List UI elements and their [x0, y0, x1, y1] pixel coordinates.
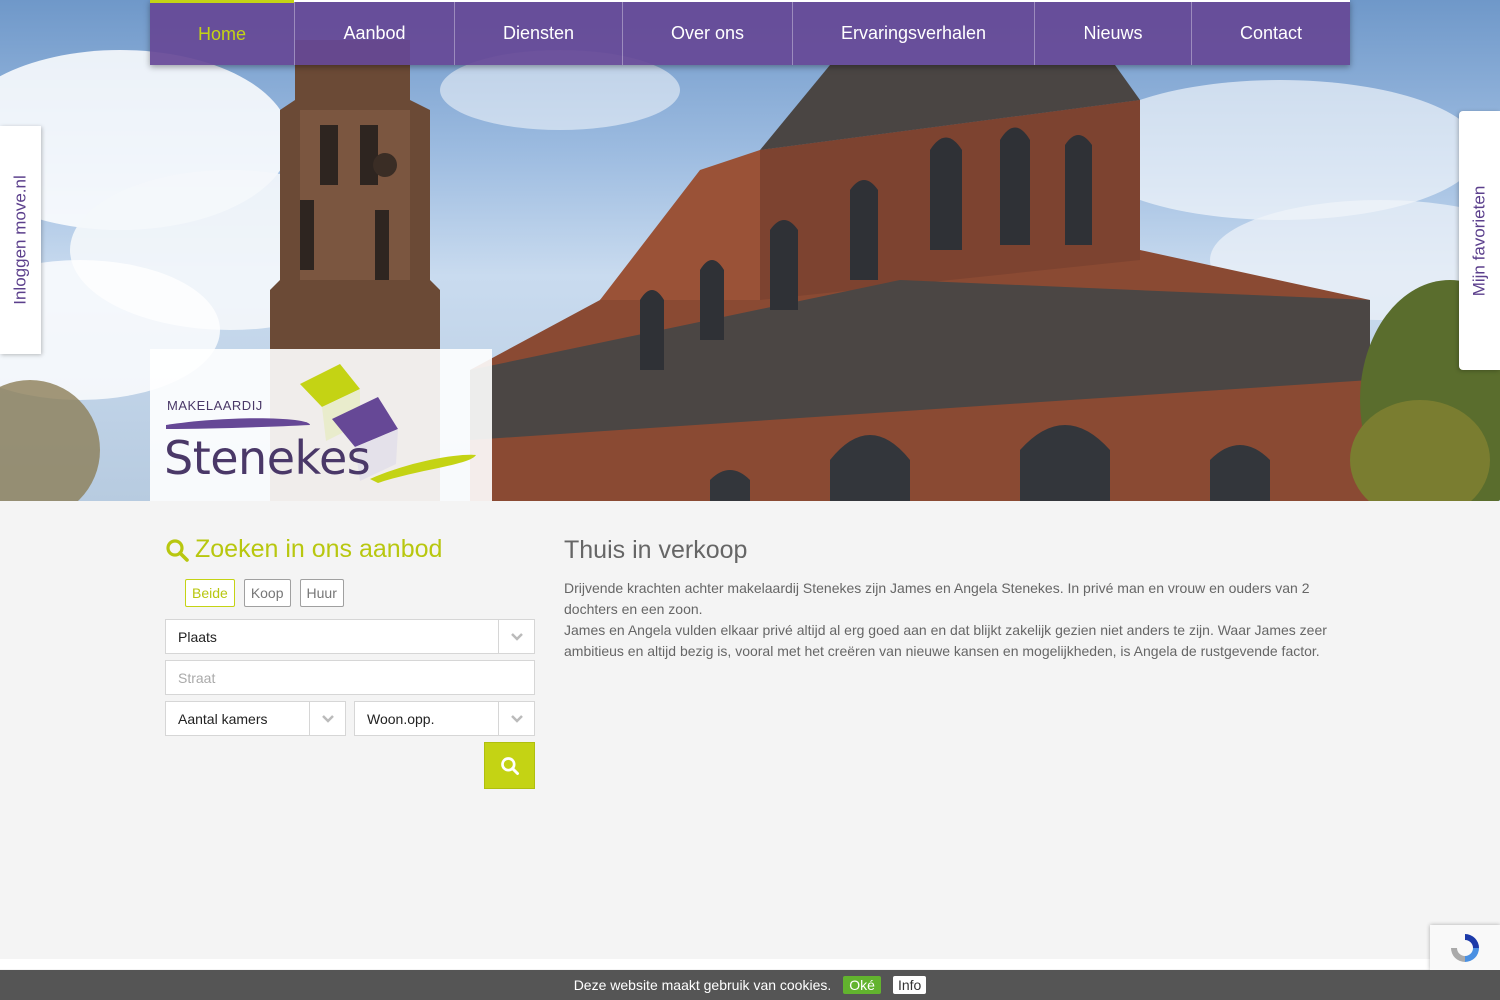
chevron-down-icon: [498, 620, 534, 653]
recaptcha-icon: [1451, 933, 1479, 962]
living-area-select[interactable]: Woon.opp.: [354, 701, 535, 736]
intro-paragraph: James en Angela vulden elkaar privé alti…: [564, 622, 1327, 659]
street-input[interactable]: [165, 660, 535, 695]
search-icon: [166, 538, 189, 562]
login-side-tab-label: Inloggen move.nl: [10, 175, 30, 305]
place-select-value: Plaats: [178, 628, 217, 645]
nav-item-nieuws[interactable]: Nieuws: [1034, 2, 1191, 65]
cookie-info-button[interactable]: Info: [892, 976, 927, 994]
cookie-ok-button[interactable]: Oké: [843, 976, 881, 994]
nav-item-over-ons[interactable]: Over ons: [622, 2, 792, 65]
filter-koop-button[interactable]: Koop: [243, 579, 291, 607]
favorites-side-tab[interactable]: Mijn favorieten: [1459, 111, 1500, 370]
main-navigation: Home Aanbod Diensten Over ons Ervaringsv…: [150, 0, 1350, 65]
chevron-down-icon: [498, 702, 534, 735]
logo-name: Stenekes: [164, 431, 371, 485]
listing-type-filter: Beide Koop Huur: [185, 579, 344, 607]
nav-item-ervaringsverhalen[interactable]: Ervaringsverhalen: [792, 2, 1034, 65]
place-select[interactable]: Plaats: [165, 619, 535, 654]
page-title: Thuis in verkoop: [564, 536, 748, 564]
filter-huur-button[interactable]: Huur: [299, 579, 344, 607]
filter-beide-button[interactable]: Beide: [185, 579, 235, 607]
search-icon: [500, 756, 519, 775]
recaptcha-badge[interactable]: [1430, 925, 1500, 970]
nav-item-aanbod[interactable]: Aanbod: [294, 2, 454, 65]
footer-divider: [0, 959, 1500, 969]
search-submit-button[interactable]: [484, 742, 535, 789]
rooms-select-value: Aantal kamers: [178, 710, 268, 727]
nav-item-contact[interactable]: Contact: [1191, 2, 1350, 65]
logo-subtitle: MAKELAARDIJ: [167, 398, 263, 413]
chevron-down-icon: [309, 702, 345, 735]
intro-text: Drijvende krachten achter makelaardij St…: [564, 578, 1344, 662]
favorites-side-tab-label: Mijn favorieten: [1469, 185, 1489, 296]
living-area-select-value: Woon.opp.: [367, 710, 435, 727]
search-heading: Zoeken in ons aanbod: [165, 535, 442, 564]
cookie-bar: Deze website maakt gebruik van cookies. …: [0, 970, 1500, 1000]
login-side-tab[interactable]: Inloggen move.nl: [0, 126, 41, 354]
search-heading-label: Zoeken in ons aanbod: [195, 535, 443, 563]
nav-item-diensten[interactable]: Diensten: [454, 2, 622, 65]
cookie-message: Deze website maakt gebruik van cookies.: [573, 977, 832, 993]
logo[interactable]: MAKELAARDIJ Stenekes: [150, 349, 492, 501]
intro-paragraph: Drijvende krachten achter makelaardij St…: [564, 580, 1310, 617]
nav-item-home[interactable]: Home: [150, 0, 294, 65]
rooms-select[interactable]: Aantal kamers: [165, 701, 346, 736]
